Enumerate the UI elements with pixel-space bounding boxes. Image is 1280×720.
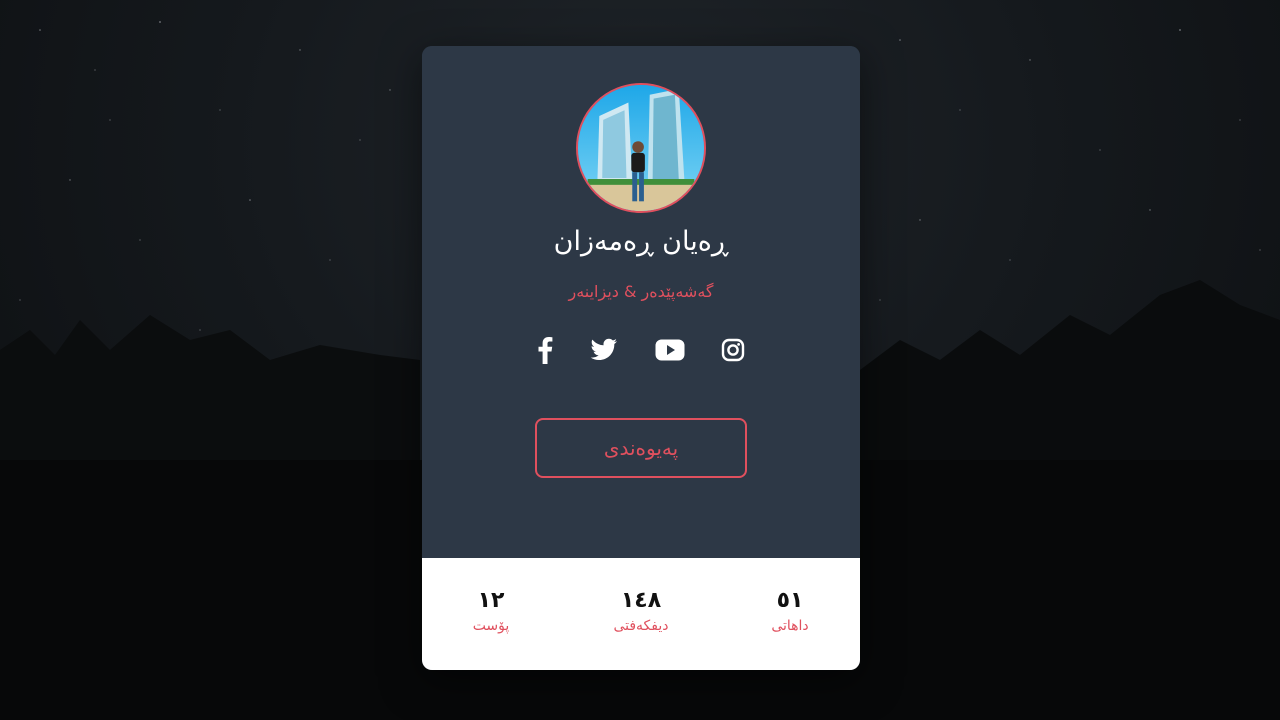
youtube-link[interactable] xyxy=(654,334,686,366)
facebook-icon xyxy=(538,337,553,364)
profile-card: ڕەیان ڕەمەزان گەشەپێدەر & دیزاینەر پەیوە… xyxy=(422,46,860,670)
youtube-icon xyxy=(655,339,685,361)
stat-following-label: داهاتی xyxy=(771,618,809,634)
contact-button[interactable]: پەیوەندی xyxy=(535,418,747,478)
instagram-icon xyxy=(721,338,745,362)
stat-following-value: ٥١ xyxy=(776,588,804,613)
stat-following: ٥١ داهاتی xyxy=(730,586,850,634)
stat-followers-value: ١٤٨ xyxy=(620,588,662,613)
profile-name: ڕەیان ڕەمەزان xyxy=(553,226,729,257)
social-links xyxy=(422,334,860,366)
avatar-photo xyxy=(578,85,704,211)
stat-posts-value: ١٢ xyxy=(477,588,505,613)
avatar xyxy=(576,83,706,213)
profile-card-header: ڕەیان ڕەمەزان گەشەپێدەر & دیزاینەر پەیوە… xyxy=(422,46,860,558)
instagram-link[interactable] xyxy=(717,334,749,366)
twitter-link[interactable] xyxy=(588,334,620,366)
profile-stats: ١٢ پۆست ١٤٨ دیفکەفتی ٥١ داهاتی xyxy=(422,558,860,670)
stat-followers-label: دیفکەفتی xyxy=(613,618,669,634)
profile-title: گەشەپێدەر & دیزاینەر xyxy=(568,282,714,301)
stat-posts-label: پۆست xyxy=(472,618,510,634)
stat-followers: ١٤٨ دیفکەفتی xyxy=(581,586,701,634)
facebook-link[interactable] xyxy=(529,334,561,366)
twitter-icon xyxy=(590,338,617,360)
stat-posts: ١٢ پۆست xyxy=(431,586,551,634)
